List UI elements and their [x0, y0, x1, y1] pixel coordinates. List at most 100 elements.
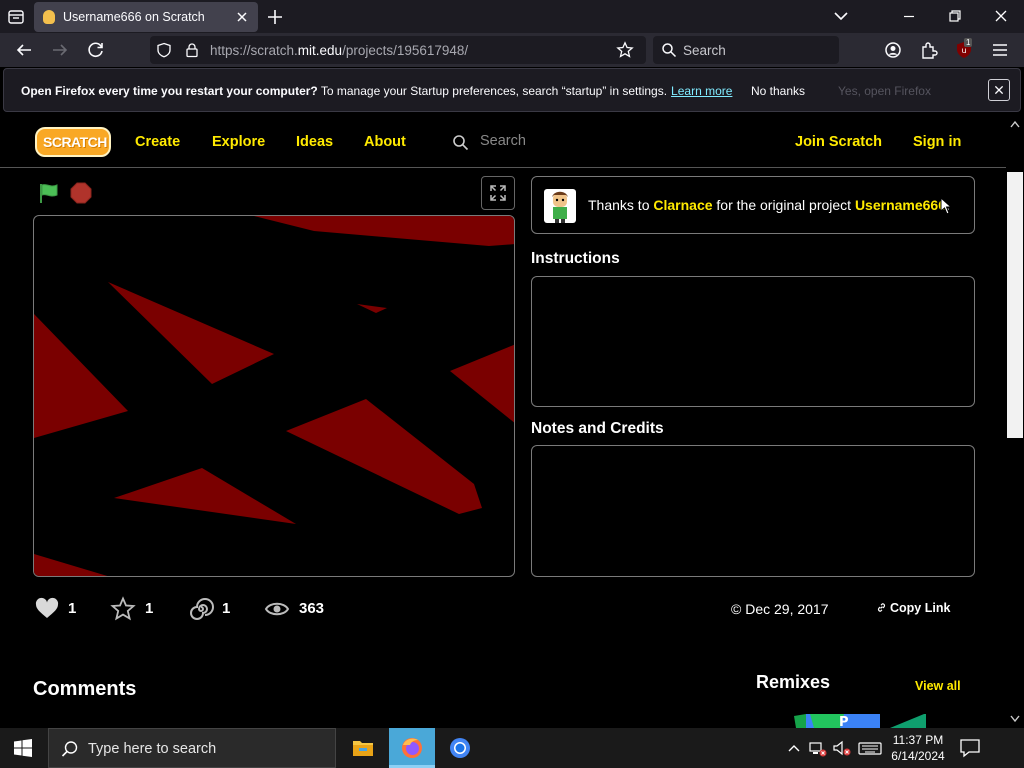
original-author-link[interactable]: Clarnace	[653, 197, 712, 213]
copyright-icon: ©	[731, 601, 742, 617]
learn-more-link[interactable]: Learn more	[671, 84, 732, 98]
volume-muted-icon[interactable]	[832, 738, 852, 758]
close-window-icon[interactable]	[978, 0, 1024, 33]
instructions-box	[531, 276, 975, 407]
address-bar[interactable]: https://scratch.mit.edu/projects/1956179…	[150, 36, 646, 64]
new-tab-icon[interactable]	[264, 6, 286, 28]
comments-heading: Comments	[33, 678, 137, 700]
scratch-favicon-icon	[43, 10, 55, 24]
back-arrow-icon[interactable]	[12, 38, 36, 62]
network-icon[interactable]	[808, 738, 828, 758]
nav-create[interactable]: Create	[135, 134, 180, 150]
project-date: © Dec 29, 2017	[731, 601, 829, 617]
scratch-logo[interactable]: SCRATCH	[35, 127, 111, 157]
remixes-heading: Remixes	[756, 672, 831, 692]
search-icon	[453, 135, 469, 151]
avatar-image	[552, 191, 568, 223]
browser-nav-bar: https://scratch.mit.edu/projects/1956179…	[0, 33, 1024, 67]
tab-list-icon[interactable]	[6, 7, 26, 27]
windows-taskbar: Type here to search 11:37 PM 6/14/2024	[0, 728, 1024, 768]
clock-date: 6/14/2024	[891, 749, 945, 763]
browser-search-placeholder: Search	[683, 43, 726, 58]
scroll-down-arrow-icon[interactable]	[1010, 715, 1020, 723]
clock-time: 11:37 PM	[892, 733, 944, 747]
account-icon[interactable]	[881, 38, 905, 62]
forward-arrow-icon[interactable]	[48, 38, 72, 62]
nav-explore[interactable]: Explore	[212, 134, 265, 150]
bookmark-star-icon[interactable]	[616, 41, 634, 59]
mouse-cursor-icon	[940, 197, 952, 215]
reload-icon[interactable]	[84, 38, 108, 62]
favorite-button[interactable]: 1	[110, 596, 160, 622]
remix-count: 1	[222, 600, 231, 617]
firefox-taskbar-button[interactable]	[389, 728, 435, 768]
svg-text:P: P	[839, 715, 849, 728]
star-icon	[110, 596, 136, 621]
show-hidden-icons-chevron-icon[interactable]	[784, 738, 804, 758]
heart-icon	[35, 597, 59, 618]
stage-artwork	[34, 216, 514, 576]
chrome-taskbar-button[interactable]	[438, 728, 484, 768]
keyboard-icon[interactable]	[858, 738, 882, 758]
notes-heading: Notes and Credits	[531, 420, 664, 437]
remix-swirl-icon	[190, 598, 214, 620]
project-stage[interactable]	[33, 215, 515, 577]
action-center-icon[interactable]	[958, 736, 982, 760]
file-explorer-taskbar-button[interactable]	[340, 728, 386, 768]
restore-window-icon[interactable]	[932, 0, 978, 33]
remix-credit-box: Thanks to Clarnace for the original proj…	[531, 176, 975, 234]
scrollbar-thumb[interactable]	[1007, 172, 1023, 438]
yes-open-firefox-button[interactable]: Yes, open Firefox	[838, 84, 931, 98]
active-tab[interactable]: Username666 on Scratch	[34, 2, 258, 32]
stop-sign-icon[interactable]	[69, 181, 93, 205]
extension-badge: 1	[964, 38, 973, 47]
list-all-tabs-chevron-icon[interactable]	[832, 8, 850, 24]
tracking-shield-icon[interactable]	[156, 42, 172, 58]
scratch-search-input[interactable]: Search	[450, 130, 710, 154]
copy-link-button[interactable]: Copy Link	[876, 601, 950, 615]
chrome-icon	[450, 738, 470, 758]
fullscreen-expand-icon	[490, 185, 506, 201]
extensions-puzzle-icon[interactable]	[917, 38, 941, 62]
hamburger-menu-icon[interactable]	[988, 38, 1012, 62]
green-flag-icon[interactable]	[37, 181, 61, 205]
tab-close-icon[interactable]	[233, 8, 251, 26]
views-stat: 363	[264, 596, 334, 622]
love-count: 1	[68, 600, 77, 617]
fullscreen-button[interactable]	[481, 176, 515, 210]
original-project-link[interactable]: Username666	[855, 197, 946, 213]
link-icon	[877, 603, 886, 612]
instructions-heading: Instructions	[531, 250, 620, 267]
startup-notification-bar: Open Firefox every time you restart your…	[3, 68, 1021, 112]
original-author-avatar[interactable]	[544, 189, 576, 223]
scratch-logo-text: SCRATCH	[43, 134, 107, 150]
nav-ideas[interactable]: Ideas	[296, 134, 333, 150]
remix-thumbnail-image: P	[792, 714, 926, 728]
browser-tab-bar: Username666 on Scratch	[0, 0, 1024, 33]
scratch-nav-bar: SCRATCH Create Explore Ideas About Searc…	[0, 116, 1006, 168]
view-all-remixes-link[interactable]: View all	[915, 679, 961, 693]
scratch-search-placeholder: Search	[480, 133, 526, 149]
favorite-count: 1	[145, 600, 154, 617]
lock-icon[interactable]	[184, 42, 200, 58]
ublock-extension-button[interactable]: u 1	[953, 38, 977, 62]
love-button[interactable]: 1	[34, 596, 84, 622]
browser-search-bar[interactable]: Search	[653, 36, 839, 64]
folder-icon	[353, 741, 373, 756]
no-thanks-button[interactable]: No thanks	[751, 84, 805, 98]
sign-in-link[interactable]: Sign in	[913, 134, 961, 150]
windows-start-icon[interactable]	[14, 739, 32, 757]
notes-credits-box	[531, 445, 975, 577]
remix-thumbnail[interactable]: P	[792, 714, 926, 728]
taskbar-search-box[interactable]: Type here to search	[48, 728, 336, 768]
nav-about[interactable]: About	[364, 134, 406, 150]
svg-text:u: u	[961, 46, 966, 55]
minimize-window-icon[interactable]	[886, 0, 932, 33]
join-scratch-link[interactable]: Join Scratch	[795, 134, 882, 150]
remix-count-stat: 1	[188, 596, 238, 622]
url-text[interactable]: https://scratch.mit.edu/projects/1956179…	[210, 43, 468, 58]
taskbar-clock[interactable]: 11:37 PM 6/14/2024	[890, 732, 946, 764]
close-notification-icon[interactable]	[988, 79, 1010, 101]
remix-credit-text: Thanks to Clarnace for the original proj…	[588, 197, 950, 213]
scroll-up-arrow-icon[interactable]	[1010, 120, 1020, 128]
